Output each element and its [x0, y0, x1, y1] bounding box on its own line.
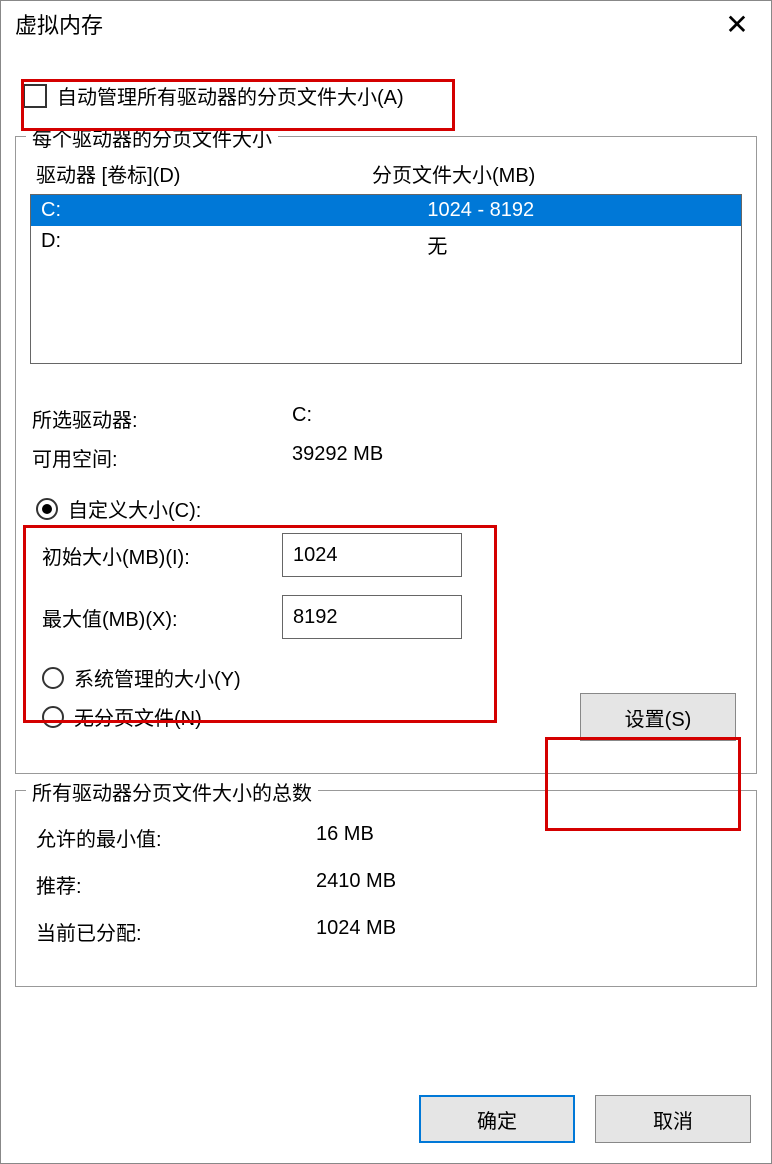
set-button-label: 设置(S) [625, 703, 692, 732]
totals-legend: 所有驱动器分页文件大小的总数 [26, 777, 318, 806]
cancel-button[interactable]: 取消 [595, 1095, 751, 1143]
radio-system-managed[interactable]: 系统管理的大小(Y) [42, 663, 554, 692]
ok-button-label: 确定 [477, 1105, 517, 1134]
auto-manage-checkbox-row[interactable]: 自动管理所有驱动器的分页文件大小(A) [15, 65, 757, 126]
radio-custom-size[interactable]: 自定义大小(C): [36, 494, 736, 523]
drive-list-header: 驱动器 [卷标](D) 分页文件大小(MB) [30, 149, 742, 194]
radio-no-pagefile[interactable]: 无分页文件(N) [42, 702, 554, 731]
min-allowed-value: 16 MB [316, 823, 736, 852]
radio-circle-icon [42, 667, 64, 689]
drive-row-c[interactable]: C: 1024 - 8192 [31, 195, 741, 226]
max-size-label: 最大值(MB)(X): [36, 603, 282, 632]
radio-circle-icon [42, 706, 64, 728]
free-space-value: 39292 MB [292, 443, 740, 472]
max-size-input[interactable] [282, 595, 462, 639]
set-button[interactable]: 设置(S) [580, 693, 736, 741]
per-drive-groupbox: 每个驱动器的分页文件大小 驱动器 [卷标](D) 分页文件大小(MB) C: 1… [15, 136, 757, 774]
free-space-label: 可用空间: [32, 443, 292, 472]
drive-list[interactable]: C: 1024 - 8192 D: 无 [30, 194, 742, 364]
min-allowed-label: 允许的最小值: [36, 823, 316, 852]
selected-drive-info: 所选驱动器: C: 可用空间: 39292 MB [30, 404, 742, 472]
per-drive-legend: 每个驱动器的分页文件大小 [26, 123, 278, 152]
currently-allocated-value: 1024 MB [316, 917, 736, 946]
recommended-label: 推荐: [36, 870, 316, 899]
window-title: 虚拟内存 [15, 8, 103, 40]
radio-dot-icon [42, 504, 52, 514]
currently-allocated-label: 当前已分配: [36, 917, 316, 946]
drive-size: 无 [427, 230, 731, 259]
initial-size-input[interactable] [282, 533, 462, 577]
radio-custom-label: 自定义大小(C): [68, 494, 201, 523]
initial-size-label: 初始大小(MB)(I): [36, 541, 282, 570]
radio-none-label: 无分页文件(N) [74, 702, 202, 731]
drive-name: D: [41, 230, 427, 259]
close-icon: ✕ [725, 8, 748, 41]
auto-manage-label: 自动管理所有驱动器的分页文件大小(A) [57, 81, 404, 110]
totals-groupbox: 所有驱动器分页文件大小的总数 允许的最小值: 16 MB 推荐: 2410 MB… [15, 790, 757, 987]
col-drive-header: 驱动器 [卷标](D) [36, 159, 372, 188]
close-button[interactable]: ✕ [717, 9, 757, 39]
size-radio-section: 自定义大小(C): 初始大小(MB)(I): 最大值(MB)(X): 系统管理的… [30, 482, 742, 759]
selected-drive-value: C: [292, 404, 740, 433]
drive-row-d[interactable]: D: 无 [31, 226, 741, 263]
auto-manage-checkbox[interactable] [23, 84, 47, 108]
cancel-button-label: 取消 [653, 1105, 693, 1134]
radio-system-label: 系统管理的大小(Y) [74, 663, 241, 692]
col-size-header: 分页文件大小(MB) [372, 159, 736, 188]
drive-size: 1024 - 8192 [427, 199, 731, 222]
selected-drive-label: 所选驱动器: [32, 404, 292, 433]
titlebar: 虚拟内存 ✕ [1, 1, 771, 47]
radio-circle-icon [36, 498, 58, 520]
dialog-buttons: 确定 取消 [419, 1095, 751, 1143]
recommended-value: 2410 MB [316, 870, 736, 899]
ok-button[interactable]: 确定 [419, 1095, 575, 1143]
drive-name: C: [41, 199, 427, 222]
